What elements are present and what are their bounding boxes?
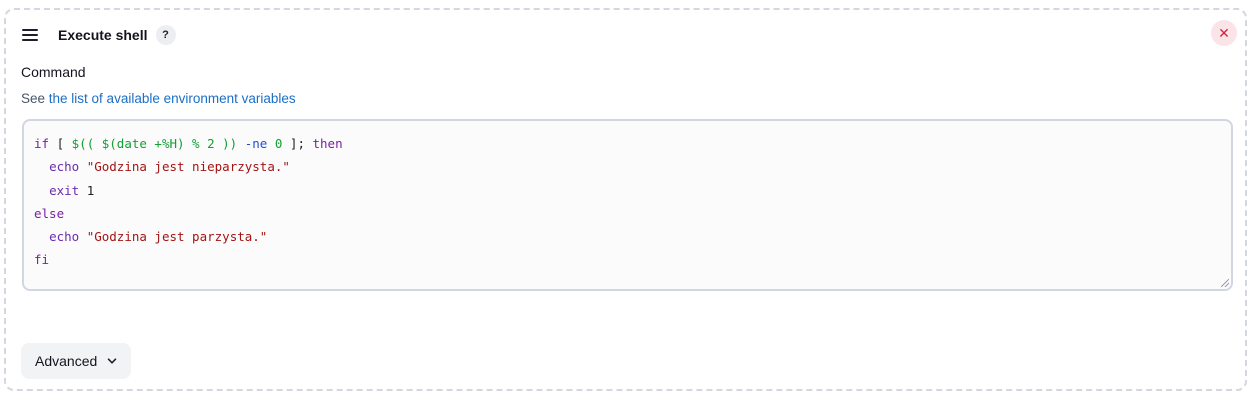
command-textarea[interactable]: if [ $(( $(date +%H) % 2 )) -ne 0 ]; the… [22, 119, 1233, 291]
code-string: "Godzina jest nieparzysta." [86, 159, 290, 175]
env-variables-link[interactable]: the list of available environment variab… [49, 91, 296, 106]
command-label: Command [21, 64, 86, 80]
code-text: ]; [282, 136, 313, 151]
step-title: Execute shell [58, 27, 148, 43]
step-header: Execute shell ? [22, 24, 176, 46]
code-operator: -ne [244, 136, 268, 151]
code-keyword: else [34, 205, 65, 221]
code-number: 1 [86, 182, 95, 198]
code-string: "Godzina jest parzysta." [86, 229, 268, 245]
close-icon: ✕ [1218, 24, 1230, 41]
code-text: [ [49, 136, 72, 151]
resize-handle-icon[interactable] [1221, 279, 1229, 287]
advanced-label: Advanced [35, 353, 98, 369]
code-keyword: then [312, 136, 343, 151]
code-substitution: $(( $(date +%H) % 2 )) [71, 136, 238, 151]
help-button[interactable]: ? [155, 25, 176, 45]
code-keyword: fi [34, 252, 50, 268]
code-builtin: echo [49, 229, 80, 245]
advanced-button[interactable]: Advanced [21, 343, 132, 379]
execute-shell-step-card: Execute shell ? ✕ Command See the list o… [4, 8, 1247, 391]
code-builtin: exit [49, 182, 80, 198]
command-description: See the list of available environment va… [21, 91, 296, 106]
code-builtin: echo [49, 159, 80, 175]
delete-step-button[interactable]: ✕ [1211, 20, 1237, 46]
drag-handle-icon[interactable] [22, 29, 38, 41]
description-prefix: See [21, 91, 49, 106]
code-keyword: if [34, 136, 50, 151]
chevron-down-icon [107, 356, 117, 366]
